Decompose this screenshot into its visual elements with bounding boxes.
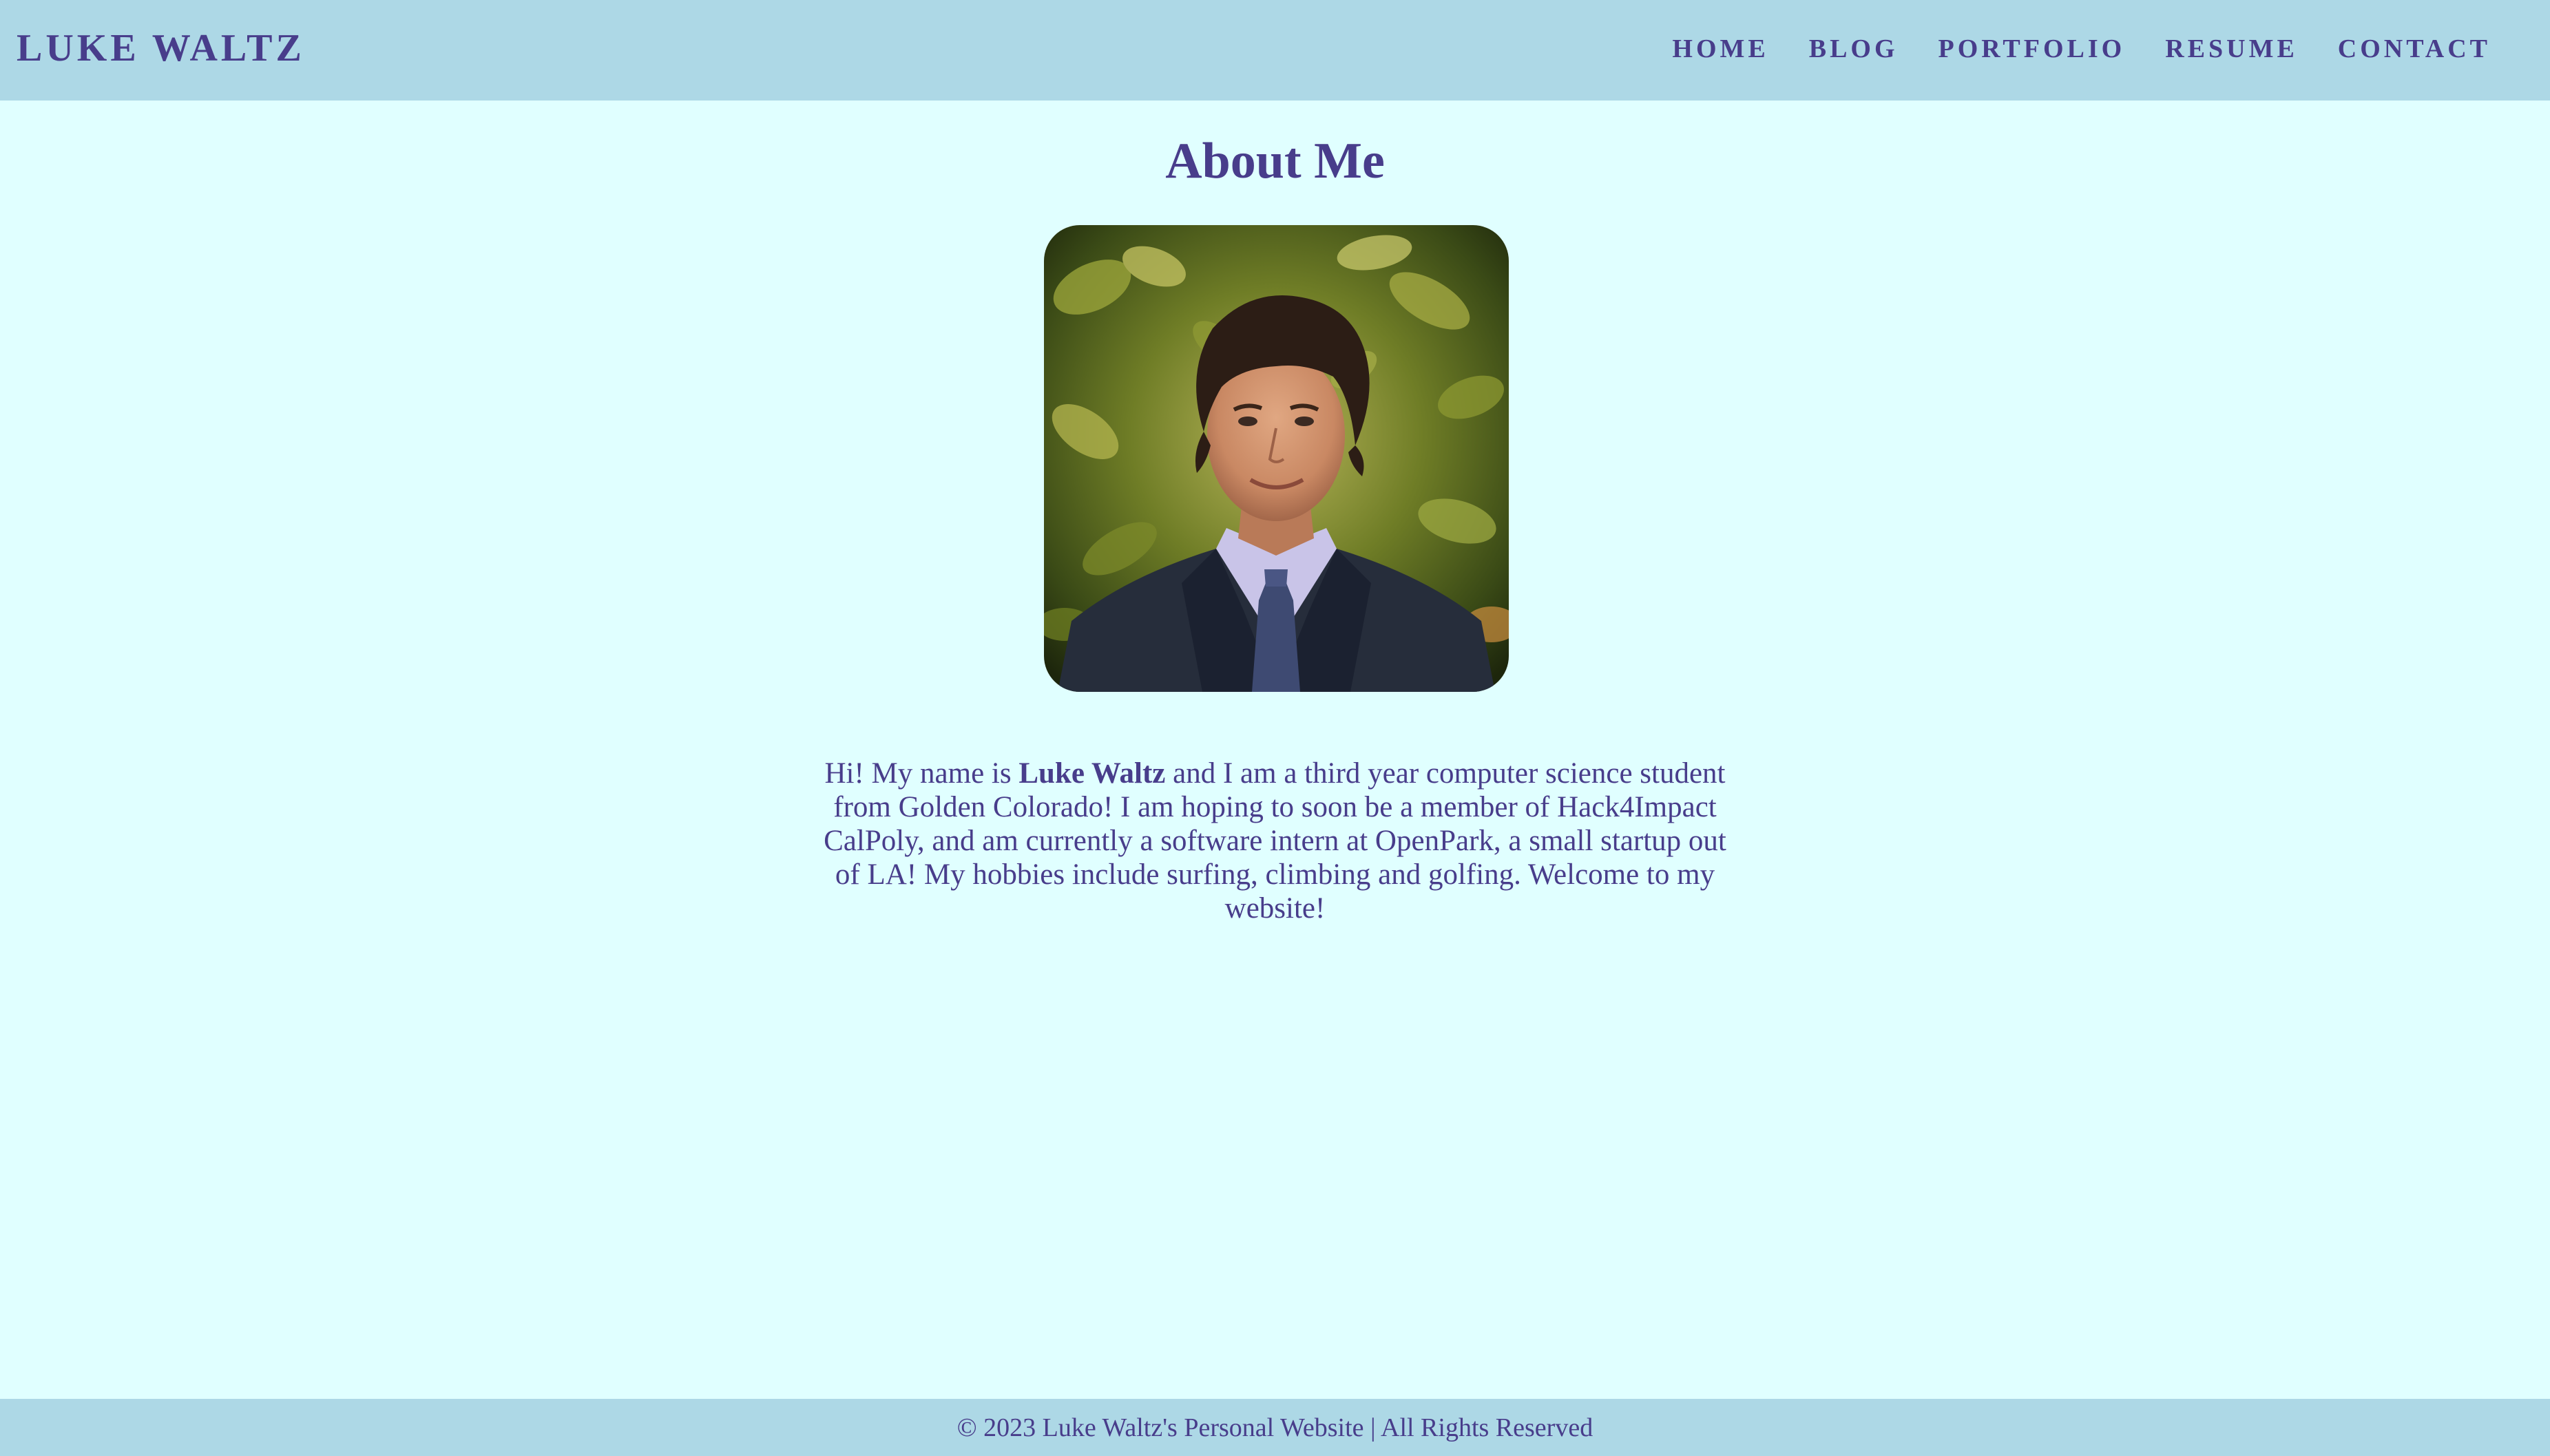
nav-resume-link[interactable]: RESUME: [2165, 33, 2298, 65]
bio-intro: Hi! My name is: [824, 757, 1012, 790]
site-logo[interactable]: LUKE WALTZ: [17, 26, 305, 70]
nav-portfolio-link[interactable]: PORTFOLIO: [1938, 33, 2126, 65]
nav-home-link[interactable]: HOME: [1672, 33, 1768, 65]
bio-paragraph: Hi! My name is Luke Waltz and I am a thi…: [819, 757, 1731, 925]
bio-name: Luke Waltz: [1018, 757, 1166, 790]
site-footer: © 2023 Luke Waltz's Personal Website | A…: [0, 1399, 2550, 1456]
site-header: LUKE WALTZ HOME BLOG PORTFOLIO RESUME CO…: [0, 0, 2550, 101]
nav-blog-link[interactable]: BLOG: [1809, 33, 1899, 65]
nav-contact-link[interactable]: CONTACT: [2338, 33, 2491, 65]
profile-photo: [1044, 225, 1509, 692]
page-title: About Me: [1165, 133, 1385, 189]
copyright-text: © 2023 Luke Waltz's Personal Website | A…: [957, 1413, 1593, 1442]
main-nav: HOME BLOG PORTFOLIO RESUME CONTACT: [1672, 33, 2491, 65]
